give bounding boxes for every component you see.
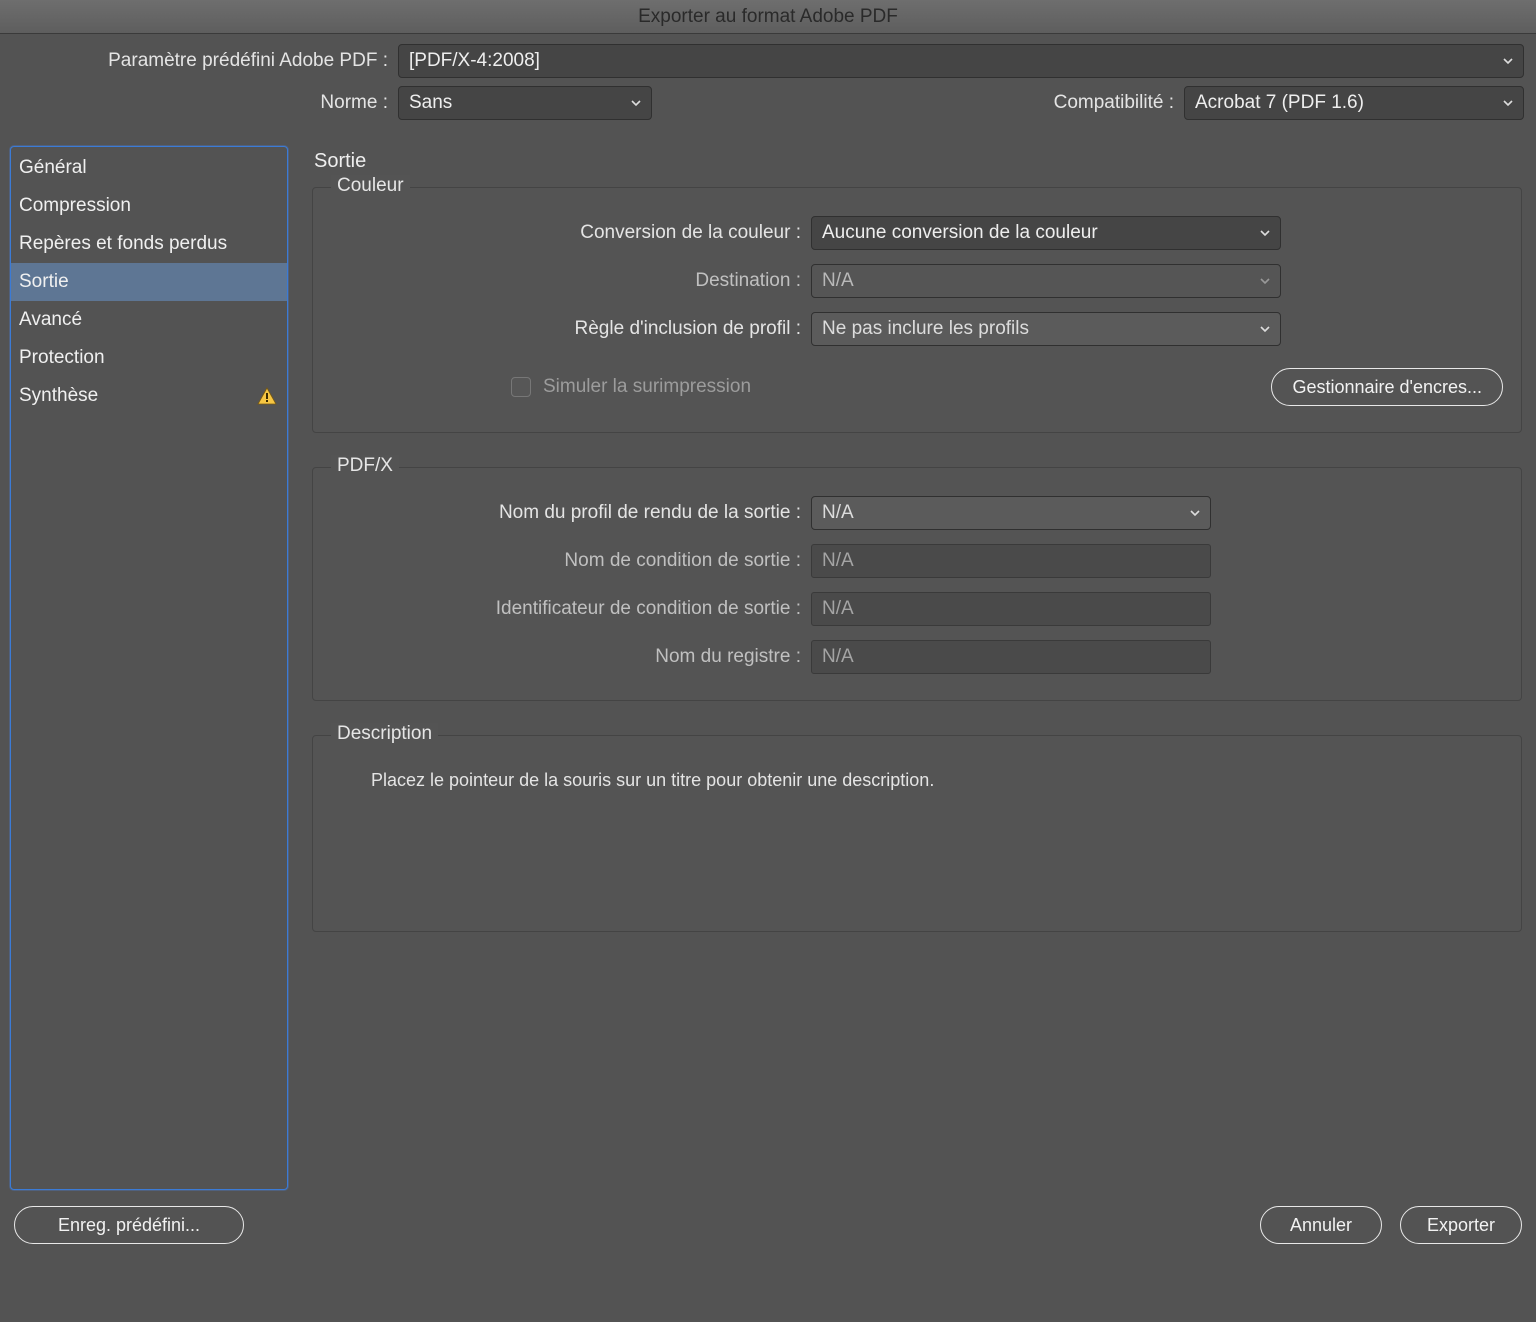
pdfx-legend: PDF/X (331, 455, 399, 477)
simulate-overprint-checkbox (511, 377, 531, 397)
category-sidebar: Général Compression Repères et fonds per… (10, 146, 288, 1190)
sidebar-item-label: Avancé (19, 309, 82, 331)
sidebar-item-summary[interactable]: Synthèse (11, 377, 287, 415)
preset-label: Paramètre prédéfini Adobe PDF : (10, 50, 398, 72)
export-label: Exporter (1427, 1215, 1495, 1236)
save-preset-label: Enreg. prédéfini... (58, 1215, 200, 1236)
destination-select: N/A (811, 264, 1281, 298)
sidebar-item-label: Synthèse (19, 385, 98, 407)
cancel-label: Annuler (1290, 1215, 1352, 1236)
sidebar-item-compression[interactable]: Compression (11, 187, 287, 225)
chevron-down-icon (1258, 274, 1272, 288)
sidebar-item-label: Général (19, 157, 87, 179)
ink-manager-label: Gestionnaire d'encres... (1292, 377, 1482, 398)
save-preset-button[interactable]: Enreg. prédéfini... (14, 1206, 244, 1244)
condition-name-value: N/A (822, 550, 854, 572)
chevron-down-icon (1258, 226, 1272, 240)
sidebar-item-label: Protection (19, 347, 105, 369)
condition-id-value: N/A (822, 598, 854, 620)
compat-label: Compatibilité : (1054, 92, 1184, 114)
chevron-down-icon (1501, 54, 1515, 68)
preset-select[interactable]: [PDF/X-4:2008] (398, 44, 1524, 78)
condition-name-input: N/A (811, 544, 1211, 578)
warning-icon (257, 387, 277, 405)
sidebar-item-label: Sortie (19, 271, 69, 293)
cancel-button[interactable]: Annuler (1260, 1206, 1382, 1244)
sidebar-item-output[interactable]: Sortie (11, 263, 287, 301)
window-title: Exporter au format Adobe PDF (638, 6, 898, 28)
color-conversion-label: Conversion de la couleur : (331, 222, 801, 244)
standard-value: Sans (409, 92, 452, 114)
description-group: Description Placez le pointeur de la sou… (312, 735, 1522, 932)
standard-select[interactable]: Sans (398, 86, 652, 120)
top-settings: Paramètre prédéfini Adobe PDF : [PDF/X-4… (0, 34, 1536, 136)
panel-title: Sortie (314, 150, 1522, 173)
destination-value: N/A (822, 270, 854, 292)
profile-policy-select[interactable]: Ne pas inclure les profils (811, 312, 1281, 346)
sidebar-item-marks-bleeds[interactable]: Repères et fonds perdus (11, 225, 287, 263)
chevron-down-icon (1501, 96, 1515, 110)
chevron-down-icon (1258, 322, 1272, 336)
window-titlebar: Exporter au format Adobe PDF (0, 0, 1536, 34)
sidebar-item-security[interactable]: Protection (11, 339, 287, 377)
registry-input: N/A (811, 640, 1211, 674)
condition-name-label: Nom de condition de sortie : (331, 550, 801, 572)
pdfx-group: PDF/X Nom du profil de rendu de la sorti… (312, 467, 1522, 701)
registry-label: Nom du registre : (331, 646, 801, 668)
sidebar-item-label: Compression (19, 195, 131, 217)
output-profile-select[interactable]: N/A (811, 496, 1211, 530)
sidebar-item-advanced[interactable]: Avancé (11, 301, 287, 339)
output-profile-value: N/A (822, 502, 854, 524)
output-profile-label: Nom du profil de rendu de la sortie : (331, 502, 801, 524)
sidebar-item-label: Repères et fonds perdus (19, 233, 227, 255)
condition-id-label: Identificateur de condition de sortie : (331, 598, 801, 620)
color-legend: Couleur (331, 175, 410, 197)
color-conversion-select[interactable]: Aucune conversion de la couleur (811, 216, 1281, 250)
main-panel: Sortie Couleur Conversion de la couleur … (312, 146, 1524, 1190)
simulate-overprint-label: Simuler la surimpression (543, 376, 751, 398)
description-text: Placez le pointeur de la souris sur un t… (331, 764, 1503, 841)
ink-manager-button[interactable]: Gestionnaire d'encres... (1271, 368, 1503, 406)
sidebar-item-general[interactable]: Général (11, 149, 287, 187)
chevron-down-icon (1188, 506, 1202, 520)
destination-label: Destination : (331, 270, 801, 292)
color-conversion-value: Aucune conversion de la couleur (822, 222, 1098, 244)
compat-select[interactable]: Acrobat 7 (PDF 1.6) (1184, 86, 1524, 120)
description-legend: Description (331, 723, 438, 745)
dialog-footer: Enreg. prédéfini... Annuler Exporter (0, 1190, 1536, 1244)
standard-label: Norme : (10, 92, 398, 114)
profile-policy-value: Ne pas inclure les profils (822, 318, 1029, 340)
registry-value: N/A (822, 646, 854, 668)
color-group: Couleur Conversion de la couleur : Aucun… (312, 187, 1522, 433)
condition-id-input: N/A (811, 592, 1211, 626)
chevron-down-icon (629, 96, 643, 110)
compat-value: Acrobat 7 (PDF 1.6) (1195, 92, 1364, 114)
profile-policy-label: Règle d'inclusion de profil : (331, 318, 801, 340)
export-button[interactable]: Exporter (1400, 1206, 1522, 1244)
preset-value: [PDF/X-4:2008] (409, 50, 540, 72)
